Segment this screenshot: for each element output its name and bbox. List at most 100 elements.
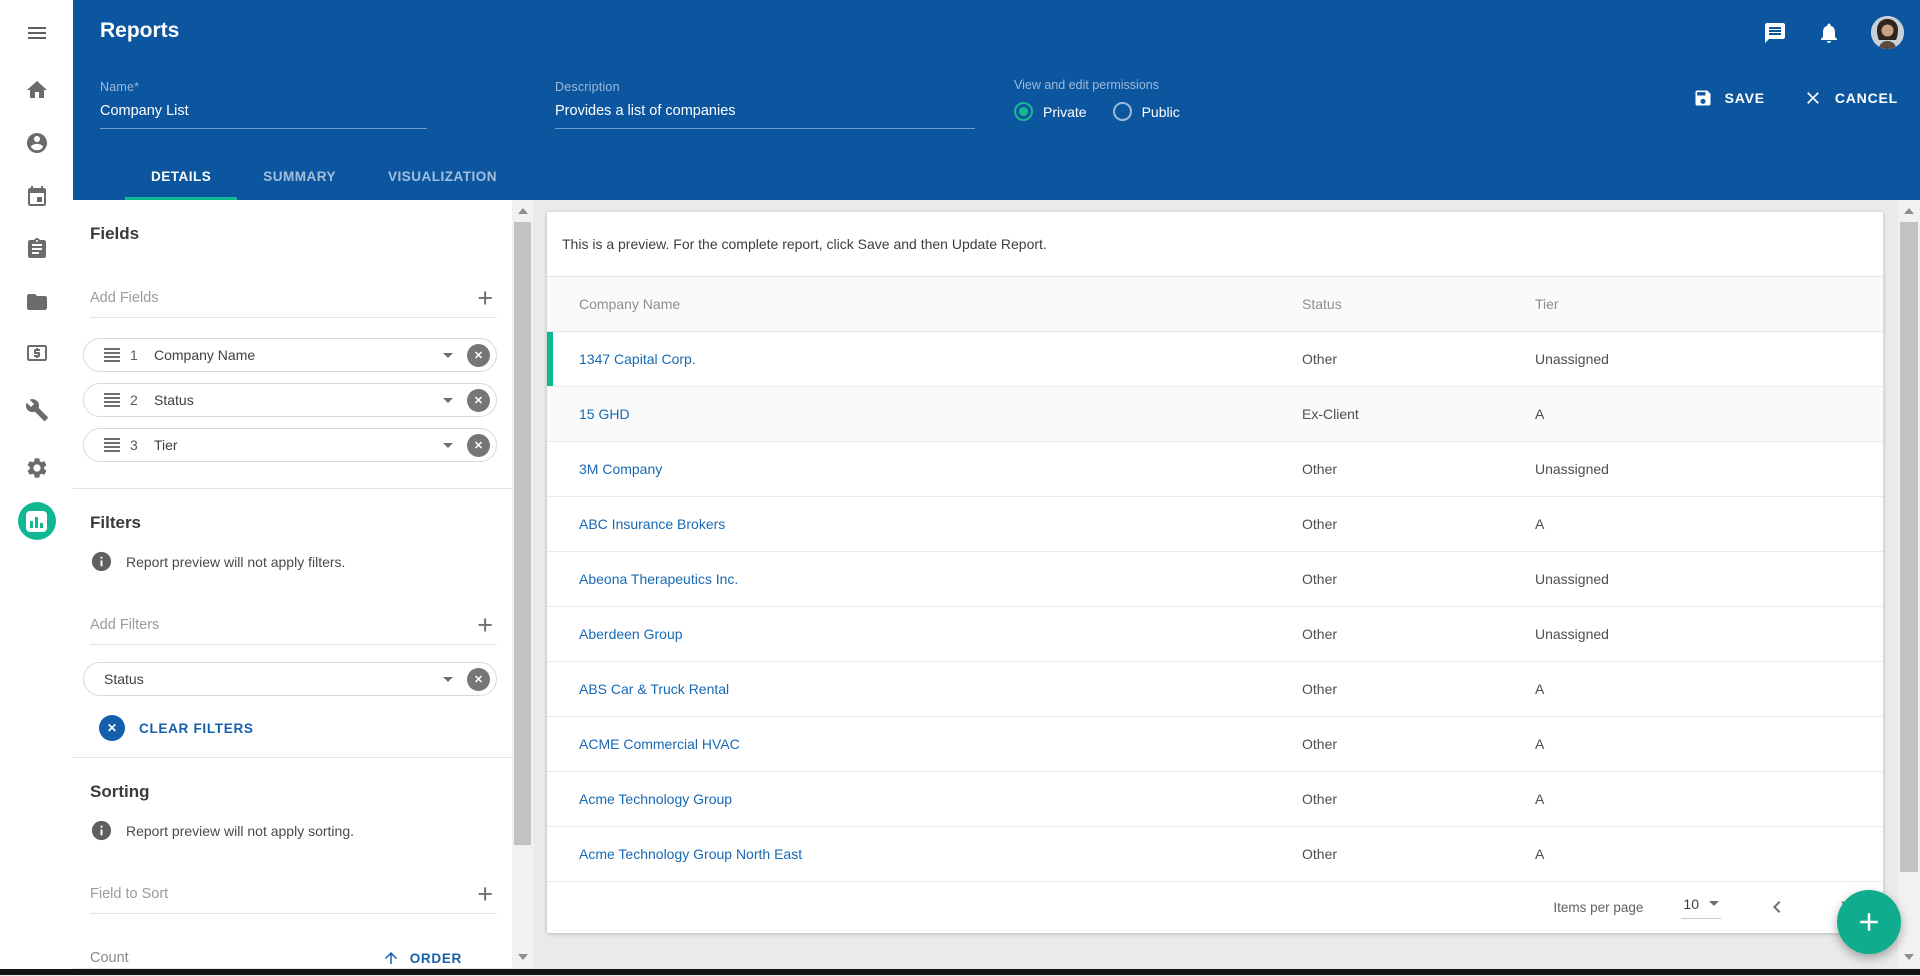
chat-icon[interactable]: [1763, 21, 1787, 45]
name-field-label: Name*: [100, 80, 427, 94]
main-scrollbar[interactable]: [1898, 200, 1920, 968]
company-link[interactable]: 15 GHD: [579, 406, 1302, 422]
items-per-page-value: 10: [1683, 896, 1699, 912]
field-pill-status[interactable]: 2 Status ✕: [83, 383, 497, 417]
billing-dollar-icon[interactable]: [25, 341, 49, 365]
sorting-section-title: Sorting: [90, 782, 150, 802]
table-row[interactable]: ABC Insurance Brokers Other A: [547, 497, 1883, 552]
table-row[interactable]: 15 GHD Ex-Client A: [547, 387, 1883, 442]
wrench-icon[interactable]: [25, 398, 49, 422]
clear-filters-button[interactable]: ✕ CLEAR FILTERS: [99, 712, 254, 744]
status-cell: Ex-Client: [1302, 406, 1535, 422]
name-field-value[interactable]: Company List: [100, 103, 427, 129]
add-fields-picker[interactable]: Add Fields +: [90, 278, 497, 318]
tab-details[interactable]: DETAILS: [125, 152, 237, 200]
company-link[interactable]: Aberdeen Group: [579, 626, 1302, 642]
name-field[interactable]: Name* Company List: [100, 80, 427, 129]
table-row[interactable]: Acme Technology Group North East Other A: [547, 827, 1883, 882]
account-icon[interactable]: [25, 131, 49, 155]
reports-active-icon[interactable]: [18, 502, 56, 540]
field-to-sort-picker[interactable]: Field to Sort +: [90, 874, 497, 914]
page-title: Reports: [100, 19, 179, 43]
gear-icon[interactable]: [25, 456, 49, 480]
field-pill-tier[interactable]: 3 Tier ✕: [83, 428, 497, 462]
nav-sidebar: [0, 0, 73, 969]
tab-summary[interactable]: SUMMARY: [237, 152, 362, 200]
scroll-down-arrow-icon[interactable]: [1904, 954, 1914, 960]
tier-cell: A: [1535, 516, 1883, 532]
tier-cell: A: [1535, 406, 1883, 422]
filter-pill-status[interactable]: Status ✕: [83, 662, 497, 696]
description-field-value[interactable]: Provides a list of companies: [555, 103, 975, 129]
items-per-page-select[interactable]: 10: [1681, 896, 1721, 919]
description-field[interactable]: Description Provides a list of companies: [555, 80, 975, 129]
radio-private[interactable]: Private: [1014, 102, 1087, 121]
hamburger-menu-icon[interactable]: [25, 21, 49, 45]
save-button[interactable]: SAVE: [1693, 88, 1765, 108]
table-row[interactable]: Acme Technology Group Other A: [547, 772, 1883, 827]
column-header-company[interactable]: Company Name: [579, 296, 1302, 312]
table-row[interactable]: ABS Car & Truck Rental Other A: [547, 662, 1883, 717]
permissions-group: View and edit permissions Private Public: [1014, 78, 1180, 121]
field-to-sort-plus-icon[interactable]: +: [477, 884, 493, 904]
field-name: Tier: [154, 437, 443, 453]
table-row[interactable]: 1347 Capital Corp. Other Unassigned: [547, 332, 1883, 387]
company-link[interactable]: Acme Technology Group: [579, 791, 1302, 807]
panel-scrollbar[interactable]: [512, 200, 533, 968]
remove-field-icon[interactable]: ✕: [467, 389, 490, 412]
scrollbar-thumb[interactable]: [1900, 222, 1918, 872]
column-header-status[interactable]: Status: [1302, 296, 1535, 312]
field-order: 3: [130, 437, 148, 453]
add-filters-plus-icon[interactable]: +: [477, 615, 493, 635]
remove-field-icon[interactable]: ✕: [467, 434, 490, 457]
add-fab-button[interactable]: [1837, 890, 1901, 954]
clear-filters-label: CLEAR FILTERS: [139, 721, 254, 736]
table-row[interactable]: Aberdeen Group Other Unassigned: [547, 607, 1883, 662]
table-row[interactable]: Abeona Therapeutics Inc. Other Unassigne…: [547, 552, 1883, 607]
company-link[interactable]: 1347 Capital Corp.: [579, 351, 1302, 367]
drag-handle-icon[interactable]: [104, 348, 120, 362]
table-row[interactable]: 3M Company Other Unassigned: [547, 442, 1883, 497]
status-cell: Other: [1302, 681, 1535, 697]
company-link[interactable]: ABS Car & Truck Rental: [579, 681, 1302, 697]
tasks-clipboard-icon[interactable]: [25, 237, 49, 261]
field-pill-company-name[interactable]: 1 Company Name ✕: [83, 338, 497, 372]
order-label: ORDER: [410, 951, 462, 966]
company-link[interactable]: 3M Company: [579, 461, 1302, 477]
user-avatar[interactable]: [1871, 16, 1904, 49]
order-button[interactable]: ORDER: [382, 949, 462, 967]
folder-icon[interactable]: [25, 290, 49, 314]
home-icon[interactable]: [25, 78, 49, 102]
tier-cell: Unassigned: [1535, 351, 1883, 367]
drag-handle-icon[interactable]: [104, 438, 120, 452]
previous-page-button[interactable]: [1765, 895, 1789, 919]
company-link[interactable]: ABC Insurance Brokers: [579, 516, 1302, 532]
scroll-down-arrow-icon[interactable]: [518, 954, 528, 960]
remove-filter-icon[interactable]: ✕: [467, 668, 490, 691]
chevron-down-icon[interactable]: [443, 398, 453, 403]
cancel-button[interactable]: CANCEL: [1803, 88, 1898, 108]
radio-public-dot: [1113, 102, 1132, 121]
chevron-down-icon[interactable]: [443, 677, 453, 682]
scroll-up-arrow-icon[interactable]: [518, 208, 528, 214]
scroll-up-arrow-icon[interactable]: [1904, 208, 1914, 214]
notifications-bell-icon[interactable]: [1817, 21, 1841, 45]
chevron-down-icon[interactable]: [443, 443, 453, 448]
scrollbar-thumb[interactable]: [514, 222, 531, 845]
add-fields-plus-icon[interactable]: +: [477, 288, 493, 308]
fields-section-title: Fields: [90, 224, 139, 244]
table-row[interactable]: ACME Commercial HVAC Other A: [547, 717, 1883, 772]
column-header-tier[interactable]: Tier: [1535, 296, 1883, 312]
add-filters-picker[interactable]: Add Filters +: [90, 605, 497, 645]
company-link[interactable]: Abeona Therapeutics Inc.: [579, 571, 1302, 587]
drag-handle-icon[interactable]: [104, 393, 120, 407]
company-link[interactable]: Acme Technology Group North East: [579, 846, 1302, 862]
remove-field-icon[interactable]: ✕: [467, 344, 490, 367]
tab-visualization[interactable]: VISUALIZATION: [362, 152, 523, 200]
window-bottom-edge: [0, 969, 1920, 975]
radio-public[interactable]: Public: [1113, 102, 1180, 121]
save-button-label: SAVE: [1725, 90, 1765, 106]
chevron-down-icon[interactable]: [443, 353, 453, 358]
calendar-icon[interactable]: [25, 185, 49, 209]
company-link[interactable]: ACME Commercial HVAC: [579, 736, 1302, 752]
